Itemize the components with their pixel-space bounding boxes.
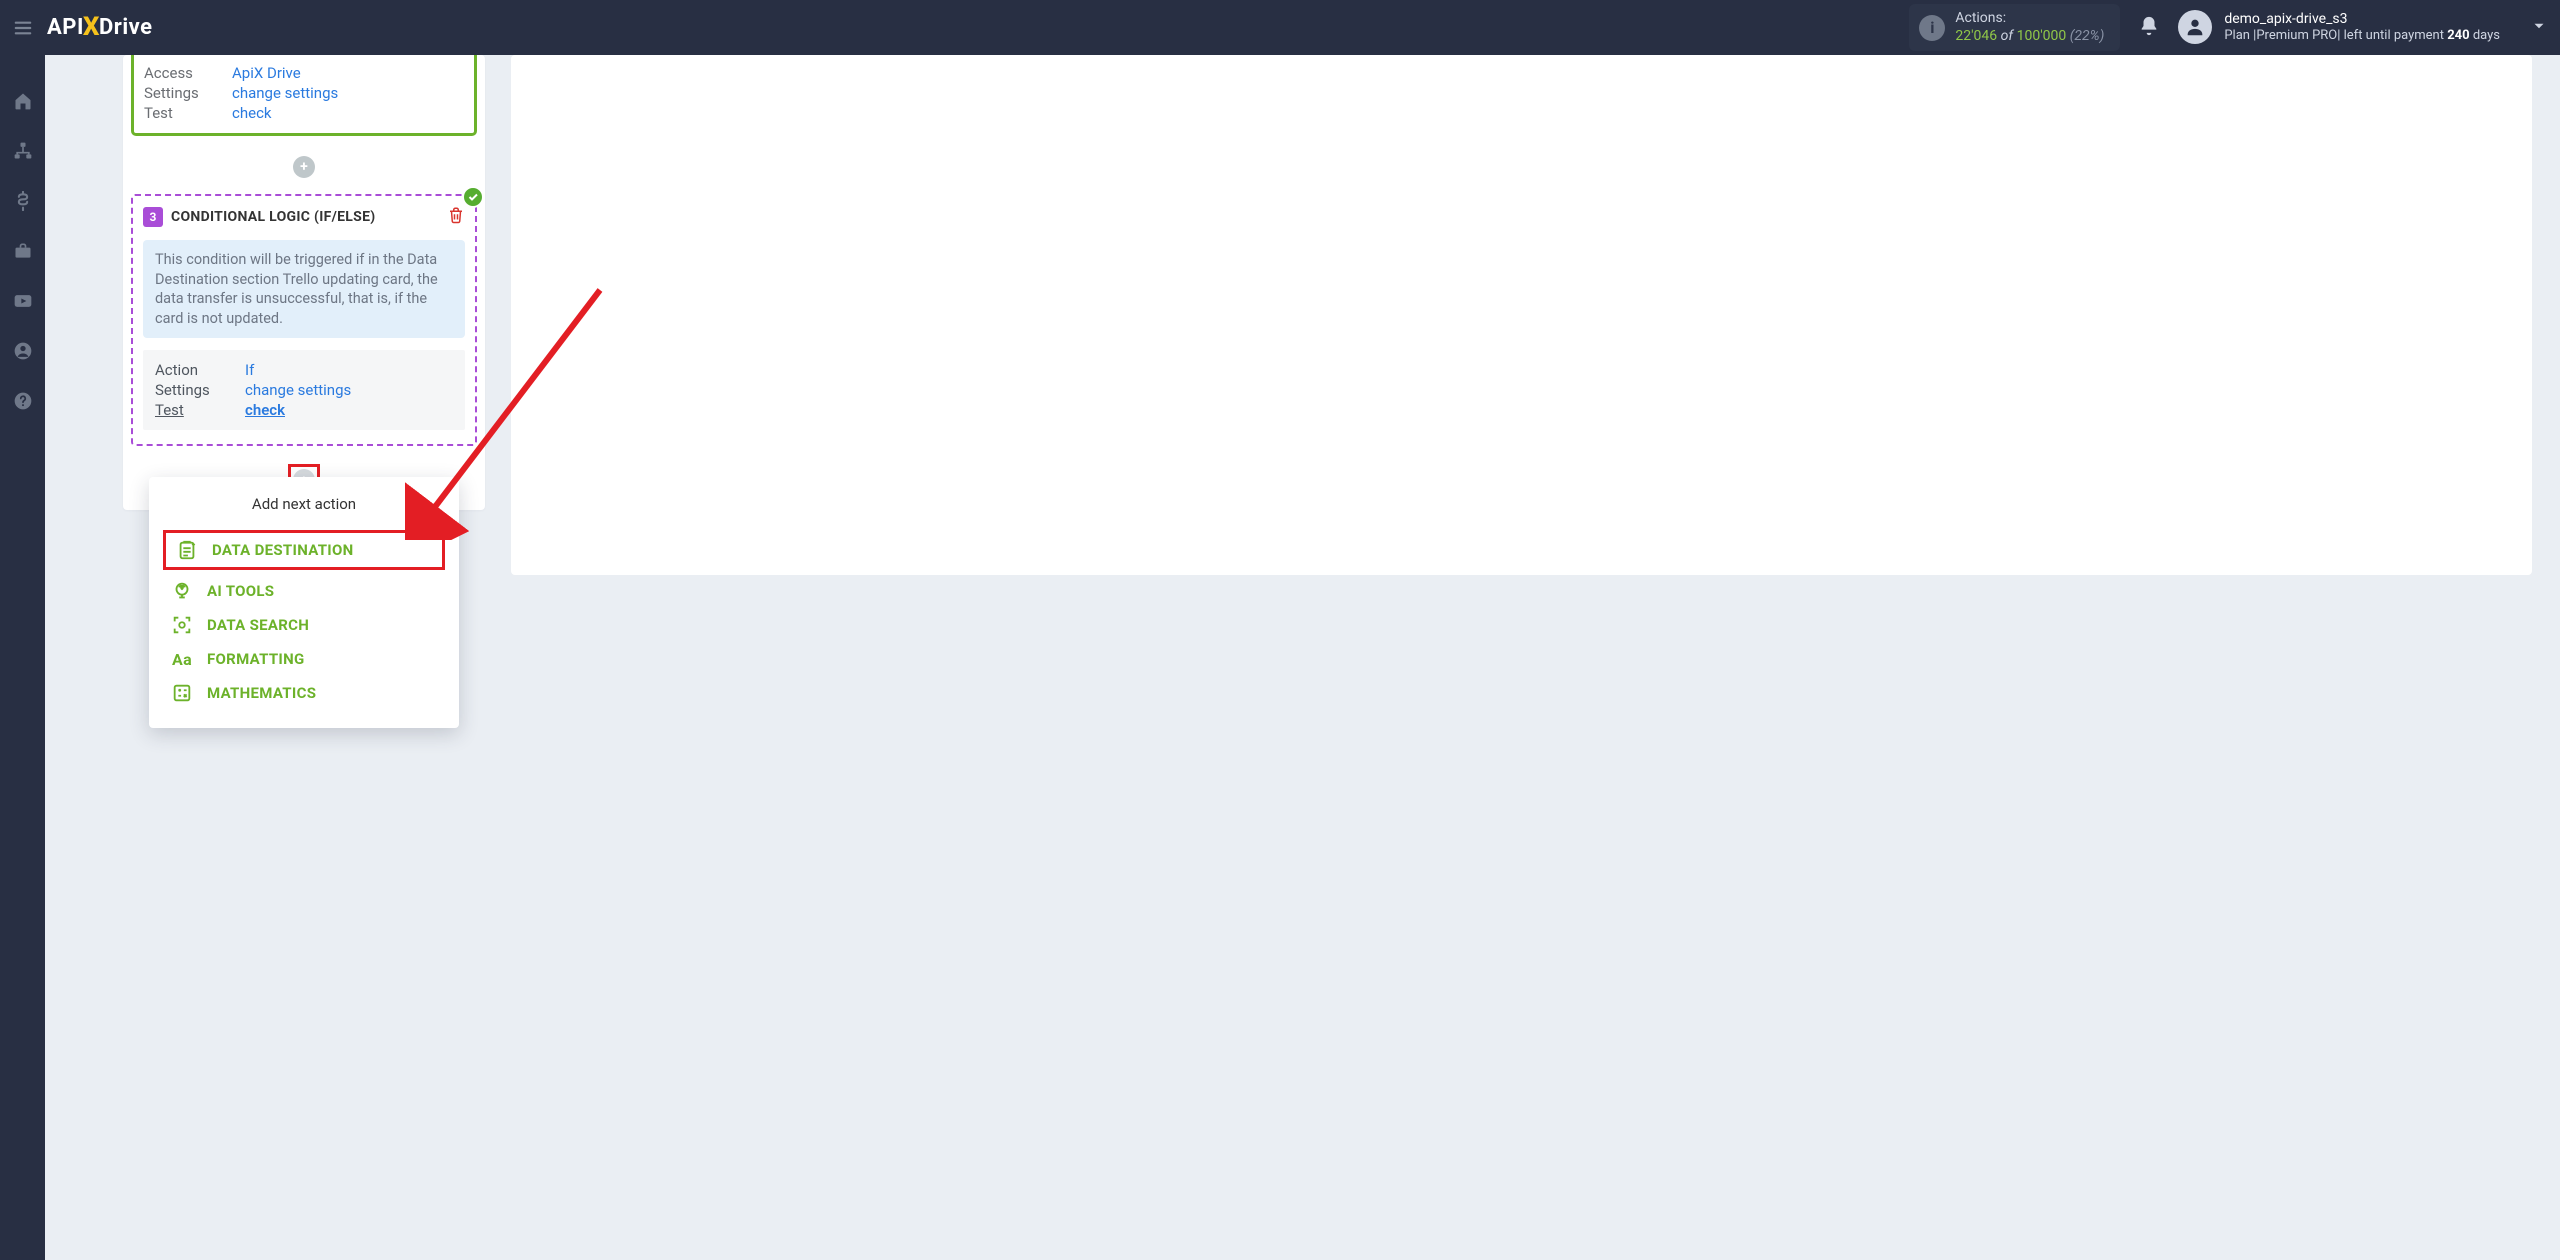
plan-days: 240 xyxy=(2447,28,2469,43)
popup-title: Add next action xyxy=(161,495,447,513)
card-header: 3 CONDITIONAL LOGIC (IF/ELSE) xyxy=(143,206,465,228)
actions-used: 22'046 xyxy=(1955,28,1997,44)
avatar xyxy=(2178,10,2212,44)
sidebar-item-billing[interactable] xyxy=(0,187,45,215)
status-check-badge xyxy=(462,186,484,208)
step-number: 3 xyxy=(143,207,163,227)
kv-link[interactable]: If xyxy=(245,361,254,379)
kv-key: Settings xyxy=(144,84,232,102)
menu-item-label: MATHEMATICS xyxy=(207,684,316,702)
sidebar-item-connections[interactable] xyxy=(0,137,45,165)
kv-link[interactable]: change settings xyxy=(245,381,351,399)
kv-row: Test check xyxy=(155,400,453,420)
kv-row: Settings change settings xyxy=(155,380,453,400)
menu-item-formatting[interactable]: Aa FORMATTING xyxy=(161,642,447,676)
conditional-card-wrap: 3 CONDITIONAL LOGIC (IF/ELSE) This condi… xyxy=(131,194,477,446)
logo-text-prefix: API xyxy=(47,15,84,40)
briefcase-icon xyxy=(13,241,33,261)
menu-item-label: FORMATTING xyxy=(207,650,305,668)
card-title: CONDITIONAL LOGIC (IF/ELSE) xyxy=(171,209,375,225)
notifications-button[interactable] xyxy=(2138,15,2160,41)
kv-link[interactable]: change settings xyxy=(232,84,338,102)
sidebar xyxy=(0,55,45,1260)
actions-counter[interactable]: i Actions: 22'046 of 100'000 (22%) xyxy=(1909,4,2120,51)
actions-pct: (22%) xyxy=(2070,28,2105,44)
menu-item-data-search[interactable]: DATA SEARCH xyxy=(161,608,447,642)
kv-link[interactable]: check xyxy=(245,401,285,419)
trash-icon xyxy=(447,206,465,224)
user-circle-icon xyxy=(13,341,33,361)
actions-values: 22'046 of 100'000 (22%) xyxy=(1955,28,2104,46)
actions-total: 100'000 xyxy=(2017,28,2067,44)
logo-text-suffix: Drive xyxy=(99,15,153,40)
kv-link[interactable]: ApiX Drive xyxy=(232,64,301,82)
kv-row: Test check xyxy=(144,103,464,123)
youtube-icon xyxy=(13,291,33,311)
hamburger-icon xyxy=(12,17,34,39)
kv-row: Action If xyxy=(155,360,453,380)
kv-row: Access ApiX Drive xyxy=(144,63,464,83)
sidebar-item-home[interactable] xyxy=(0,87,45,115)
calc-icon xyxy=(171,682,193,704)
clipboard-icon xyxy=(176,539,198,561)
source-kv: Access ApiX Drive Settings change settin… xyxy=(134,63,474,123)
kv-key: Access xyxy=(144,64,232,82)
sidebar-item-video[interactable] xyxy=(0,287,45,315)
dollar-icon xyxy=(13,191,33,211)
sitemap-icon xyxy=(13,141,33,161)
header: APIXDrive i Actions: 22'046 of 100'000 (… xyxy=(0,0,2560,55)
plan-prefix: Plan |Premium PRO| left until payment xyxy=(2224,28,2447,43)
kv-row: Settings change settings xyxy=(144,83,464,103)
user-menu[interactable]: demo_apix-drive_s3 Plan |Premium PRO| le… xyxy=(2178,10,2500,45)
menu-item-ai-tools[interactable]: AI TOOLS xyxy=(161,574,447,608)
kv-link[interactable]: check xyxy=(232,104,272,122)
user-icon xyxy=(2184,16,2206,38)
bell-icon xyxy=(2138,15,2160,37)
menu-item-label: AI TOOLS xyxy=(207,582,274,600)
right-panel xyxy=(511,55,2532,575)
plan-days-suffix: days xyxy=(2470,28,2500,43)
check-icon xyxy=(467,191,479,203)
sidebar-item-toolbox[interactable] xyxy=(0,237,45,265)
conditional-card[interactable]: 3 CONDITIONAL LOGIC (IF/ELSE) This condi… xyxy=(131,194,477,446)
menu-item-data-destination[interactable]: DATA DESTINATION xyxy=(163,530,445,570)
user-menu-caret[interactable] xyxy=(2530,17,2548,39)
add-action-popup: Add next action DATA DESTINATION AI TOOL… xyxy=(149,477,459,728)
menu-item-label: DATA DESTINATION xyxy=(212,541,354,559)
content: Access ApiX Drive Settings change settin… xyxy=(45,55,2560,1260)
user-text: demo_apix-drive_s3 Plan |Premium PRO| le… xyxy=(2224,10,2500,45)
user-name: demo_apix-drive_s3 xyxy=(2224,10,2500,28)
info-icon: i xyxy=(1919,15,1945,41)
sidebar-item-help[interactable] xyxy=(0,387,45,415)
delete-step-button[interactable] xyxy=(447,206,465,228)
user-plan: Plan |Premium PRO| left until payment 24… xyxy=(2224,28,2500,45)
menu-item-mathematics[interactable]: MATHEMATICS xyxy=(161,676,447,710)
conditional-kv: Action If Settings change settings Test … xyxy=(143,350,465,430)
logo-text-x: X xyxy=(83,12,100,42)
logo[interactable]: APIXDrive xyxy=(47,13,153,43)
kv-key: Settings xyxy=(155,381,245,399)
source-card: Access ApiX Drive Settings change settin… xyxy=(131,55,477,136)
aa-icon: Aa xyxy=(171,648,193,670)
question-icon xyxy=(13,391,33,411)
kv-key: Action xyxy=(155,361,245,379)
chevron-down-icon xyxy=(2530,17,2548,35)
kv-key: Test xyxy=(155,401,245,419)
brain-icon xyxy=(171,580,193,602)
sidebar-item-account[interactable] xyxy=(0,337,45,365)
card-info: This condition will be triggered if in t… xyxy=(143,240,465,338)
home-icon xyxy=(13,91,33,111)
workflow-panel: Access ApiX Drive Settings change settin… xyxy=(123,55,485,510)
main: Access ApiX Drive Settings change settin… xyxy=(0,55,2560,1260)
menu-toggle-button[interactable] xyxy=(0,0,45,55)
actions-of: of xyxy=(2001,28,2013,44)
scan-icon xyxy=(171,614,193,636)
actions-label: Actions: xyxy=(1955,10,2104,28)
menu-item-label: DATA SEARCH xyxy=(207,616,309,634)
add-step-button[interactable]: + xyxy=(293,156,315,178)
kv-key: Test xyxy=(144,104,232,122)
actions-text: Actions: 22'046 of 100'000 (22%) xyxy=(1955,10,2104,45)
